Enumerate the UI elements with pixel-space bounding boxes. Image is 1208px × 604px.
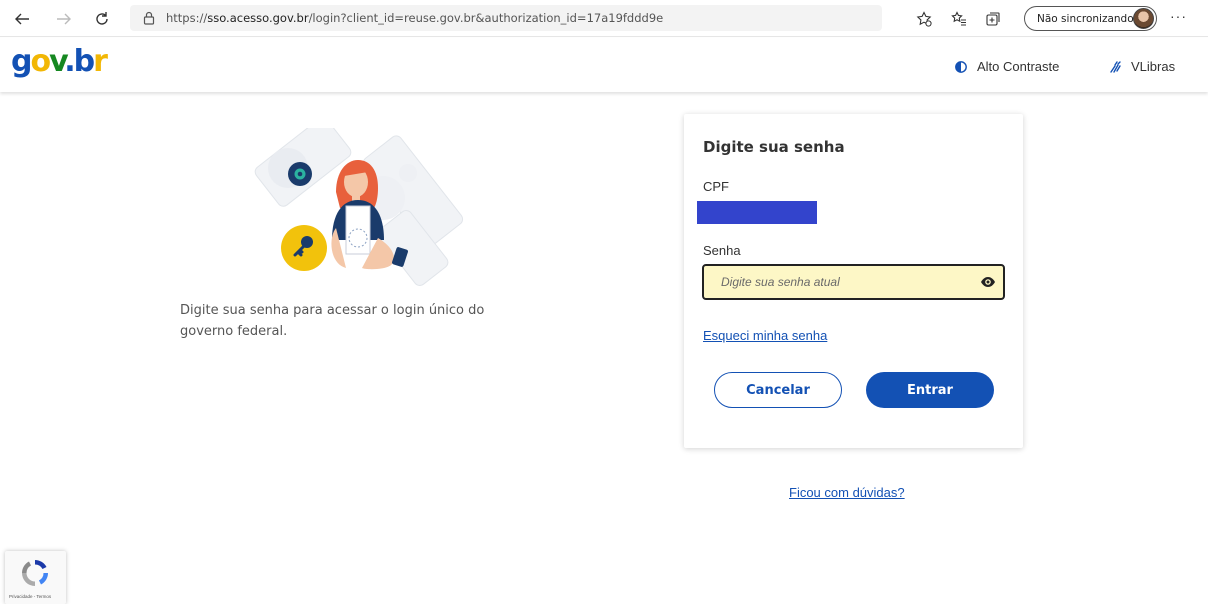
star-add-icon [916,11,932,27]
address-bar[interactable]: https://sso.acesso.gov.br/login?client_i… [130,5,882,31]
show-password-icon[interactable] [980,275,996,289]
recaptcha-links[interactable]: Privacidade - Termos [9,594,51,599]
refresh-button[interactable] [92,9,112,29]
favorites-list-button[interactable] [949,9,969,29]
vlibras-label: VLibras [1131,59,1176,74]
vlibras-button[interactable]: VLibras [1109,59,1175,74]
lock-icon[interactable] [142,11,156,25]
arrow-left-icon [15,13,29,25]
collections-button[interactable] [983,9,1003,29]
browser-toolbar: https://sso.acesso.gov.br/login?client_i… [0,0,1208,37]
forward-button[interactable] [54,9,74,29]
recaptcha-icon [22,560,48,586]
arrow-right-icon [57,13,71,25]
collections-icon [986,12,1000,26]
enter-button[interactable]: Entrar [866,372,994,408]
favorite-button[interactable] [914,9,934,29]
cancel-button[interactable]: Cancelar [714,372,842,408]
url-path: /login?client_id=reuse.gov.br&authorizat… [308,11,664,25]
sign-language-icon [1110,60,1121,73]
site-header: gov.br Alto Contraste VLibras [0,38,1208,92]
url-host: sso.acesso.gov.br [207,11,309,25]
high-contrast-label: Alto Contraste [977,59,1060,74]
contrast-icon [955,60,967,73]
back-button[interactable] [12,9,32,29]
refresh-icon [96,12,108,25]
avatar [1133,8,1154,29]
login-card: Digite sua senha CPF Senha Esqueci minha… [684,114,1023,448]
password-label: Senha [703,243,741,258]
url-text: https://sso.acesso.gov.br/login?client_i… [166,11,663,25]
card-title: Digite sua senha [703,138,845,156]
more-menu-button[interactable]: ··· [1170,8,1187,24]
profile-status: Não sincronizando [1037,12,1134,25]
login-illustration [228,117,480,294]
favorites-list-icon [951,11,966,26]
help-link[interactable]: Ficou com dúvidas? [789,485,905,500]
password-input[interactable] [702,264,1005,300]
url-scheme: https:// [166,11,208,25]
woman-with-key-illustration [254,117,464,286]
high-contrast-button[interactable]: Alto Contraste [955,59,1059,74]
cpf-value-redacted [697,201,817,224]
forgot-password-link[interactable]: Esqueci minha senha [703,328,827,343]
profile-button[interactable]: Não sincronizando [1024,6,1157,31]
intro-text: Digite sua senha para acessar o login ún… [180,303,485,339]
cpf-label: CPF [703,179,729,194]
govbr-logo[interactable]: gov.br [11,46,108,78]
recaptcha-badge[interactable]: Privacidade - Termos [5,551,66,604]
